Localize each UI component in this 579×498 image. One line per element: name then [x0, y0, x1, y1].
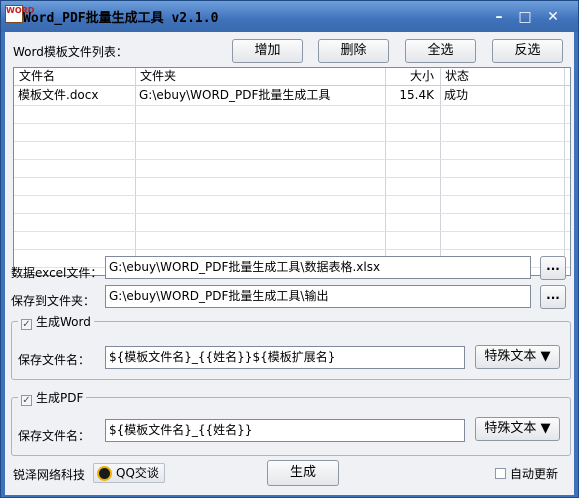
minimize-icon[interactable]: – [491, 9, 507, 25]
list-header: 文件名 文件夹 大小 状态 [14, 68, 570, 86]
column-header-status[interactable]: 状态 [440, 68, 570, 86]
qq-penguin-icon [97, 466, 112, 481]
word-filename-field[interactable]: ${模板文件名}_{{姓名}}${模板扩展名} [105, 346, 465, 369]
word-group: ✓ 生成Word 保存文件名： ${模板文件名}_{{姓名}}${模板扩展名} 特… [11, 314, 571, 380]
output-folder-field[interactable]: G:\ebuy\WORD_PDF批量生成工具\输出 [105, 285, 531, 308]
window-title: Word_PDF批量生成工具 v2.1.0 [23, 11, 219, 26]
column-header-filename[interactable]: 文件名 [14, 68, 135, 86]
maximize-icon[interactable]: □ [517, 9, 533, 25]
delete-button[interactable]: 删除 [318, 39, 389, 63]
qq-chat-button[interactable]: QQ交谈 [93, 463, 165, 483]
check-icon[interactable]: ✓ [21, 319, 32, 330]
auto-update-checkbox[interactable]: 自动更新 [495, 465, 558, 482]
excel-browse-button[interactable]: ... [540, 256, 566, 280]
qq-chat-label: QQ交谈 [116, 466, 159, 480]
excel-file-label: 数据excel文件： [11, 266, 103, 280]
add-button[interactable]: 增加 [232, 39, 303, 63]
title-bar[interactable]: WORD Word_PDF批量生成工具 v2.1.0 – □ ✕ [1, 1, 578, 32]
column-header-size[interactable]: 大小 [385, 68, 440, 86]
invert-selection-button[interactable]: 反选 [492, 39, 563, 63]
pdf-group: ✓ 生成PDF 保存文件名： ${模板文件名}_{{姓名}} 特殊文本 ▼ [11, 390, 571, 456]
app-window: WORD Word_PDF批量生成工具 v2.1.0 – □ ✕ Word模板文… [0, 0, 579, 498]
table-row[interactable]: 模板文件.docx G:\ebuy\WORD_PDF批量生成工具 15.4K 成… [14, 87, 570, 105]
app-icon: WORD [5, 5, 34, 23]
company-name: 锐泽网络科技 [13, 468, 86, 482]
excel-file-field[interactable]: G:\ebuy\WORD_PDF批量生成工具\数据表格.xlsx [105, 256, 531, 279]
generate-button[interactable]: 生成 [267, 460, 339, 486]
row-filename: 模板文件.docx [18, 88, 99, 102]
select-all-button[interactable]: 全选 [405, 39, 476, 63]
pdf-filename-field[interactable]: ${模板文件名}_{{姓名}} [105, 419, 465, 442]
template-list-label: Word模板文件列表： [13, 45, 128, 59]
column-header-folder[interactable]: 文件夹 [135, 68, 385, 86]
client-area: Word模板文件列表： 增加 删除 全选 反选 文件名 文件夹 大小 状态 模板… [5, 32, 574, 495]
check-icon[interactable] [495, 468, 506, 479]
auto-update-label: 自动更新 [510, 467, 559, 481]
row-status: 成功 [444, 88, 469, 102]
output-folder-label: 保存到文件夹： [11, 294, 96, 308]
pdf-group-legend[interactable]: ✓ 生成PDF [18, 390, 87, 406]
word-group-legend[interactable]: ✓ 生成Word [18, 314, 94, 330]
pdf-filename-label: 保存文件名： [18, 429, 91, 443]
word-checkbox-label: 生成Word [36, 315, 91, 329]
word-special-text-button[interactable]: 特殊文本 ▼ [475, 345, 560, 369]
row-size: 15.4K [399, 88, 434, 102]
output-browse-button[interactable]: ... [540, 285, 566, 309]
close-icon[interactable]: ✕ [545, 9, 561, 25]
row-folder: G:\ebuy\WORD_PDF批量生成工具 [139, 88, 331, 102]
word-filename-label: 保存文件名： [18, 353, 91, 367]
pdf-special-text-button[interactable]: 特殊文本 ▼ [475, 417, 560, 441]
template-file-list[interactable]: 文件名 文件夹 大小 状态 模板文件.docx G:\ebuy\WORD_PDF… [13, 67, 571, 276]
pdf-checkbox-label: 生成PDF [36, 391, 84, 405]
check-icon[interactable]: ✓ [21, 395, 32, 406]
